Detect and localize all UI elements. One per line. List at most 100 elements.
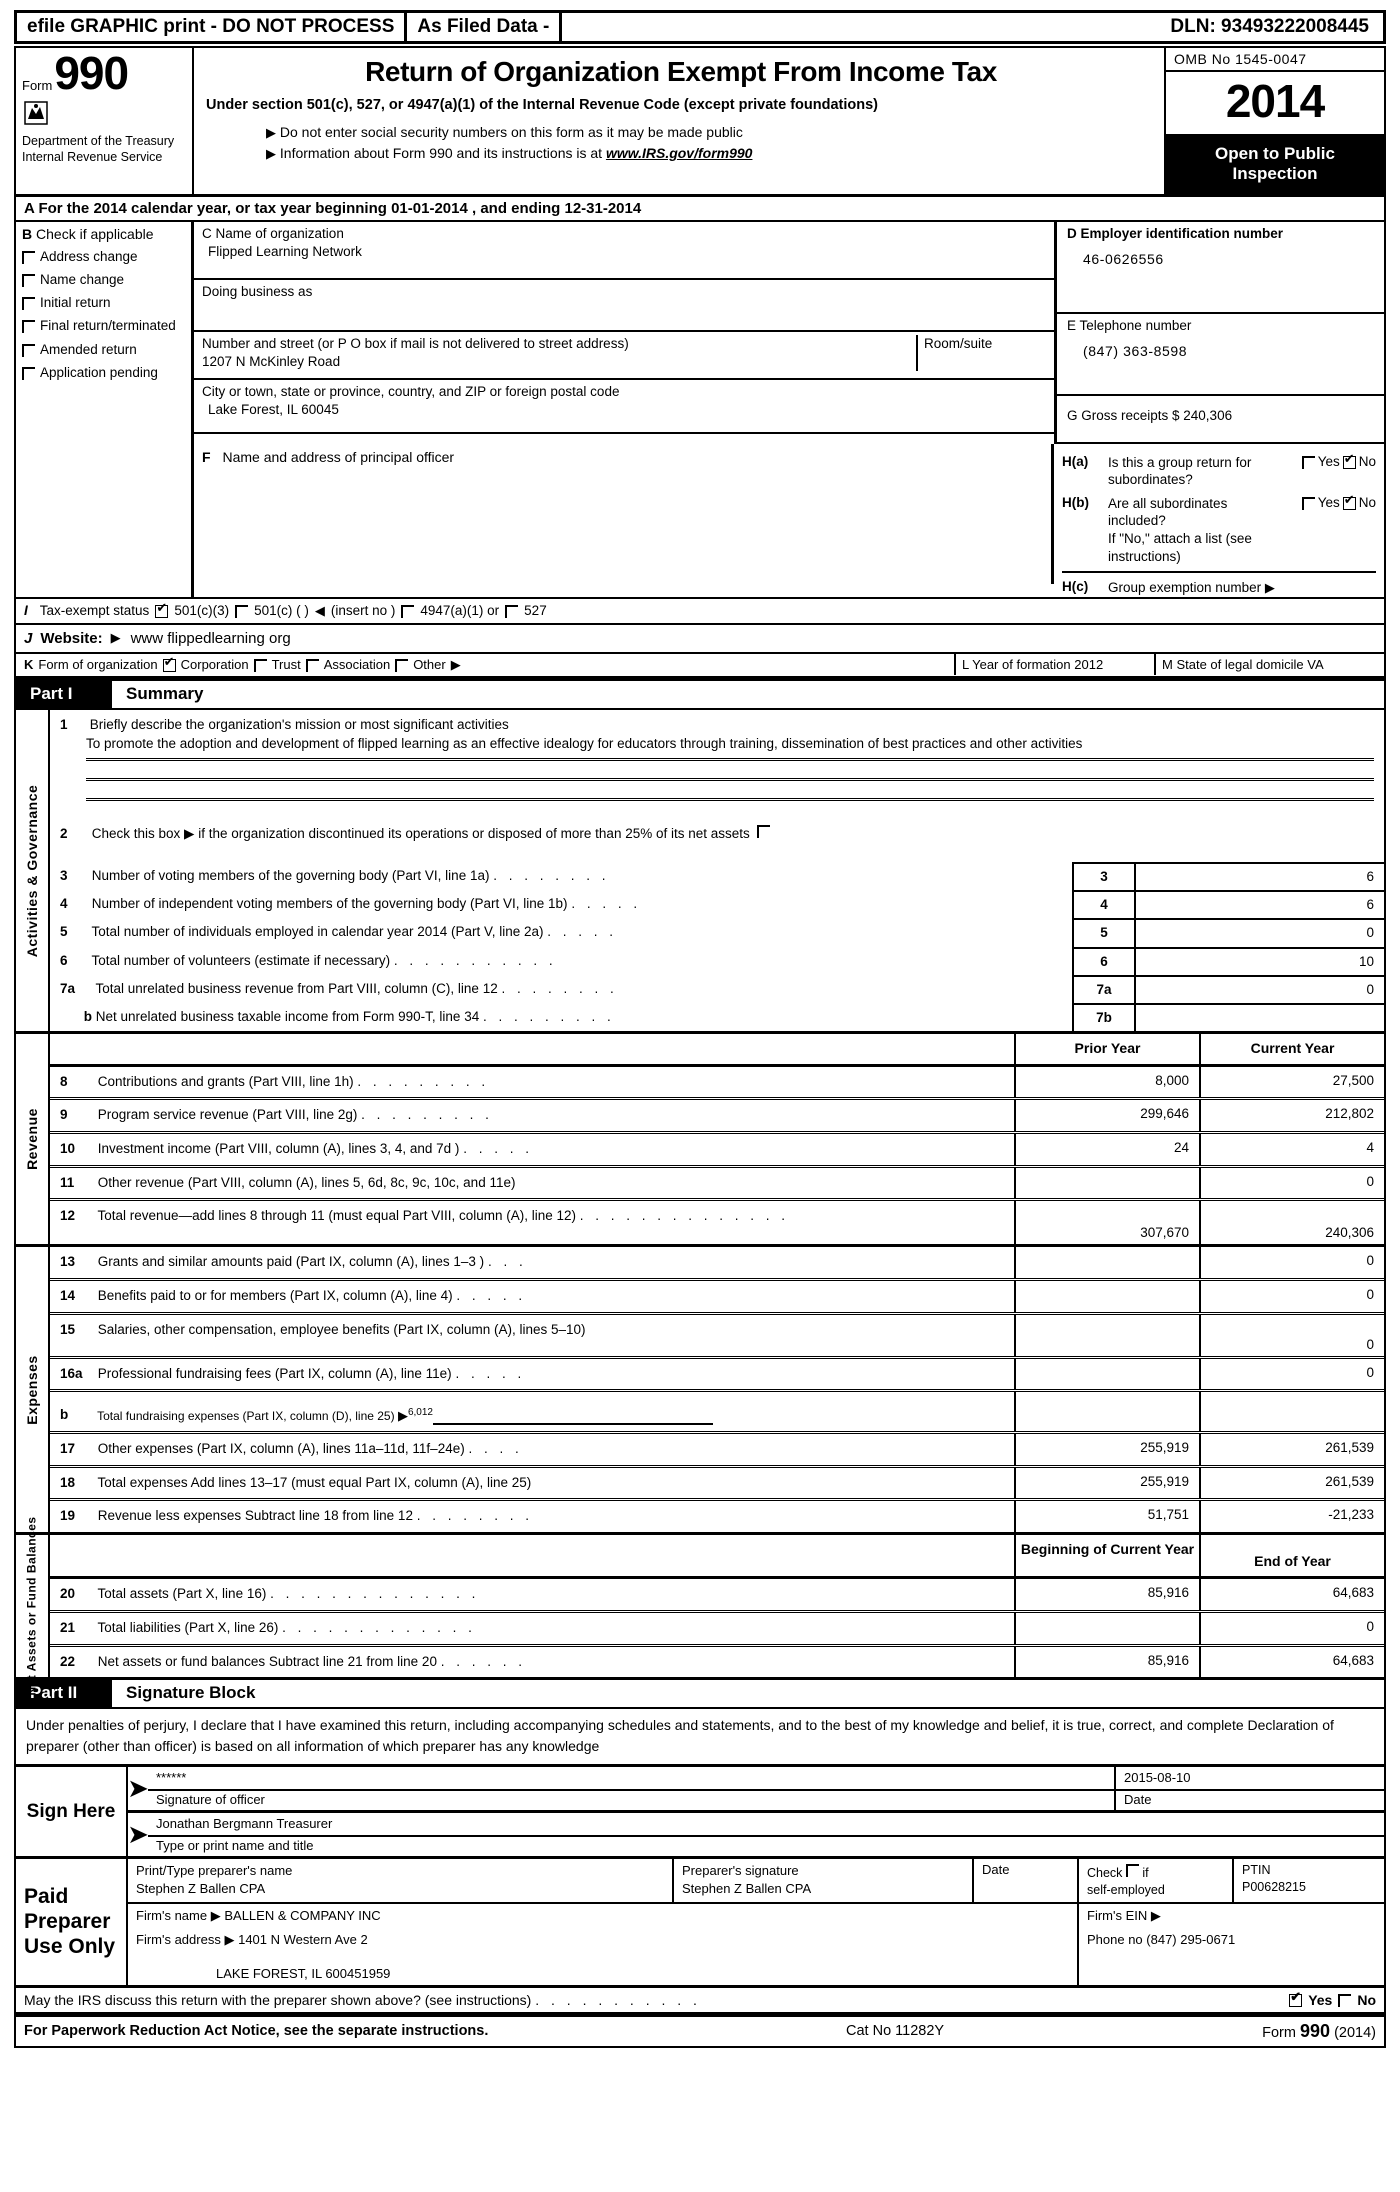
checkbox-icon[interactable] xyxy=(22,366,35,380)
checkbox-name-change[interactable]: Name change xyxy=(22,272,185,288)
line-16b-prior[interactable] xyxy=(1014,1392,1199,1432)
line-21-begin[interactable] xyxy=(1014,1613,1199,1644)
status-527-checkbox-icon[interactable] xyxy=(505,605,519,619)
line-7a-value[interactable]: 0 xyxy=(1134,974,1384,1004)
status-501c-checkbox-icon[interactable] xyxy=(235,605,249,619)
line-10-current[interactable]: 4 xyxy=(1199,1134,1384,1165)
street-value[interactable]: 1207 N McKinley Road xyxy=(202,353,910,371)
line-12-current[interactable]: 240,306 xyxy=(1199,1201,1384,1245)
firm-name-cell[interactable]: Firm's name ▶ BALLEN & COMPANY INC xyxy=(128,1904,1077,1928)
self-employed-cell[interactable]: Check if self-employed xyxy=(1079,1858,1234,1902)
preparer-name-cell[interactable]: Print/Type preparer's name Stephen Z Bal… xyxy=(128,1858,674,1902)
signature-value-cell[interactable]: ****** xyxy=(148,1767,1114,1789)
status-501c3-checkbox-icon[interactable] xyxy=(155,601,169,619)
line-8-current[interactable]: 27,500 xyxy=(1199,1066,1384,1098)
self-employed-check-line[interactable]: Check if xyxy=(1087,1862,1224,1882)
line-15-prior[interactable] xyxy=(1014,1314,1199,1356)
checkbox-icon[interactable] xyxy=(22,273,35,287)
org-other-checkbox-icon[interactable] xyxy=(395,659,409,673)
line-19-current[interactable]: -21,233 xyxy=(1199,1501,1384,1532)
org-trust-checkbox-icon[interactable] xyxy=(253,659,267,673)
line-12-prior[interactable]: 307,670 xyxy=(1014,1201,1199,1245)
preparer-signature-cell[interactable]: Preparer's signature Stephen Z Ballen CP… xyxy=(674,1858,974,1902)
org-corporation-checkbox-icon[interactable] xyxy=(162,655,176,673)
website-value[interactable]: www flippedlearning org xyxy=(131,630,291,647)
ein-value[interactable]: 46-0626556 xyxy=(1067,251,1374,267)
line-13-current[interactable]: 0 xyxy=(1199,1247,1384,1278)
line-14-prior[interactable] xyxy=(1014,1280,1199,1312)
date-value-cell[interactable]: 2015-08-10 xyxy=(1114,1766,1384,1789)
preparer-signature-value[interactable]: Stephen Z Ballen CPA xyxy=(682,1880,964,1898)
ptin-cell[interactable]: PTIN P00628215 xyxy=(1234,1859,1384,1902)
line-3-value[interactable]: 6 xyxy=(1134,861,1384,891)
firm-phone-cell[interactable]: Phone no (847) 295-0671 xyxy=(1079,1928,1384,1984)
org-name-value[interactable]: Flipped Learning Network xyxy=(202,243,1046,261)
line-11-current[interactable]: 0 xyxy=(1199,1167,1384,1199)
line-13-prior[interactable] xyxy=(1014,1247,1199,1278)
line-16a-current[interactable]: 0 xyxy=(1199,1358,1384,1390)
line-18-current[interactable]: 261,539 xyxy=(1199,1467,1384,1499)
firm-address-cell[interactable]: Firm's address ▶ 1401 N Western Ave 2 LA… xyxy=(128,1928,1077,1985)
line-22-begin[interactable]: 85,916 xyxy=(1014,1646,1199,1678)
org-association-checkbox-icon[interactable] xyxy=(305,659,319,673)
line-5-value[interactable]: 0 xyxy=(1134,918,1384,947)
line-4-value[interactable]: 6 xyxy=(1134,890,1384,919)
line-6-value[interactable]: 10 xyxy=(1134,946,1384,975)
line-19-prior[interactable]: 51,751 xyxy=(1014,1501,1199,1532)
status-4947a1-checkbox-icon[interactable] xyxy=(401,605,415,619)
line-16b-inline-value[interactable]: 6,012 xyxy=(408,1407,433,1418)
checkbox-icon[interactable] xyxy=(22,320,35,334)
firm-city-value[interactable]: LAKE FOREST, IL 600451959 xyxy=(136,1966,1069,1981)
h-a-answer-group[interactable]: Yes No xyxy=(1258,452,1376,489)
checkbox-icon[interactable] xyxy=(22,297,35,311)
irs-form990-link[interactable]: www.IRS.gov/form990 xyxy=(606,145,753,161)
line-22-end[interactable]: 64,683 xyxy=(1199,1646,1384,1678)
checkbox-amended-return[interactable]: Amended return xyxy=(22,342,185,358)
h-b-no-checkbox-icon[interactable] xyxy=(1342,493,1356,510)
line-17-current[interactable]: 261,539 xyxy=(1199,1434,1384,1465)
line-9-current[interactable]: 212,802 xyxy=(1199,1100,1384,1132)
checkbox-icon[interactable] xyxy=(22,343,35,357)
city-value[interactable]: Lake Forest, IL 60045 xyxy=(202,401,1046,419)
preparer-name-value[interactable]: Stephen Z Ballen CPA xyxy=(136,1880,664,1898)
h-b-yes-checkbox-icon[interactable] xyxy=(1301,496,1315,510)
checkbox-address-change[interactable]: Address change xyxy=(22,249,185,265)
line-2-checkbox-icon[interactable] xyxy=(756,824,770,838)
line-20-begin[interactable]: 85,916 xyxy=(1014,1579,1199,1611)
firm-name-value[interactable]: BALLEN & COMPANY INC xyxy=(224,1908,380,1923)
irs-discuss-no-checkbox-icon[interactable] xyxy=(1338,1994,1352,2008)
mission-value[interactable]: To promote the adoption and development … xyxy=(86,735,1374,754)
phone-value[interactable]: (847) 363-8598 xyxy=(1067,343,1374,359)
line-10-prior[interactable]: 24 xyxy=(1014,1134,1199,1165)
line-9-prior[interactable]: 299,646 xyxy=(1014,1100,1199,1132)
line-15-current[interactable]: 0 xyxy=(1199,1314,1384,1356)
line-16a-prior[interactable] xyxy=(1014,1358,1199,1390)
h-a-yes-checkbox-icon[interactable] xyxy=(1301,455,1315,469)
h-b-answer-group[interactable]: Yes No xyxy=(1258,493,1376,565)
checkbox-final-return[interactable]: Final return/terminated xyxy=(22,318,185,334)
line-17-prior[interactable]: 255,919 xyxy=(1014,1434,1199,1465)
checkbox-initial-return[interactable]: Initial return xyxy=(22,295,185,311)
signature-value[interactable]: ****** xyxy=(148,1767,1114,1789)
self-employed-checkbox-icon[interactable] xyxy=(1125,1863,1139,1877)
line-18-prior[interactable]: 255,919 xyxy=(1014,1467,1199,1499)
line-14-current[interactable]: 0 xyxy=(1199,1280,1384,1312)
line-21-end[interactable]: 0 xyxy=(1199,1613,1384,1644)
checkbox-application-pending[interactable]: Application pending xyxy=(22,365,185,381)
checkbox-icon[interactable] xyxy=(22,250,35,264)
firm-address-line[interactable]: Firm's address ▶ 1401 N Western Ave 2 xyxy=(136,1932,1069,1948)
firm-ein-cell[interactable]: Firm's EIN ▶ xyxy=(1079,1904,1384,1928)
irs-discuss-yes-checkbox-icon[interactable] xyxy=(1289,1990,1303,2008)
line-7b-value[interactable] xyxy=(1134,1003,1384,1032)
signature-date-value[interactable]: 2015-08-10 xyxy=(1116,1767,1384,1789)
h-a-no-checkbox-icon[interactable] xyxy=(1342,452,1356,469)
line-8-prior[interactable]: 8,000 xyxy=(1014,1066,1199,1098)
irs-discuss-answer-group[interactable]: Yes No xyxy=(1289,1990,1376,2008)
name-title-value[interactable]: Jonathan Bergmann Treasurer xyxy=(148,1813,1384,1835)
preparer-date-cell[interactable]: Date xyxy=(974,1858,1079,1902)
line-16b-current[interactable] xyxy=(1199,1392,1384,1432)
ptin-value[interactable]: P00628215 xyxy=(1242,1879,1376,1897)
firm-address-value[interactable]: 1401 N Western Ave 2 xyxy=(238,1932,368,1947)
line-11-prior[interactable] xyxy=(1014,1167,1199,1199)
line-20-end[interactable]: 64,683 xyxy=(1199,1579,1384,1611)
